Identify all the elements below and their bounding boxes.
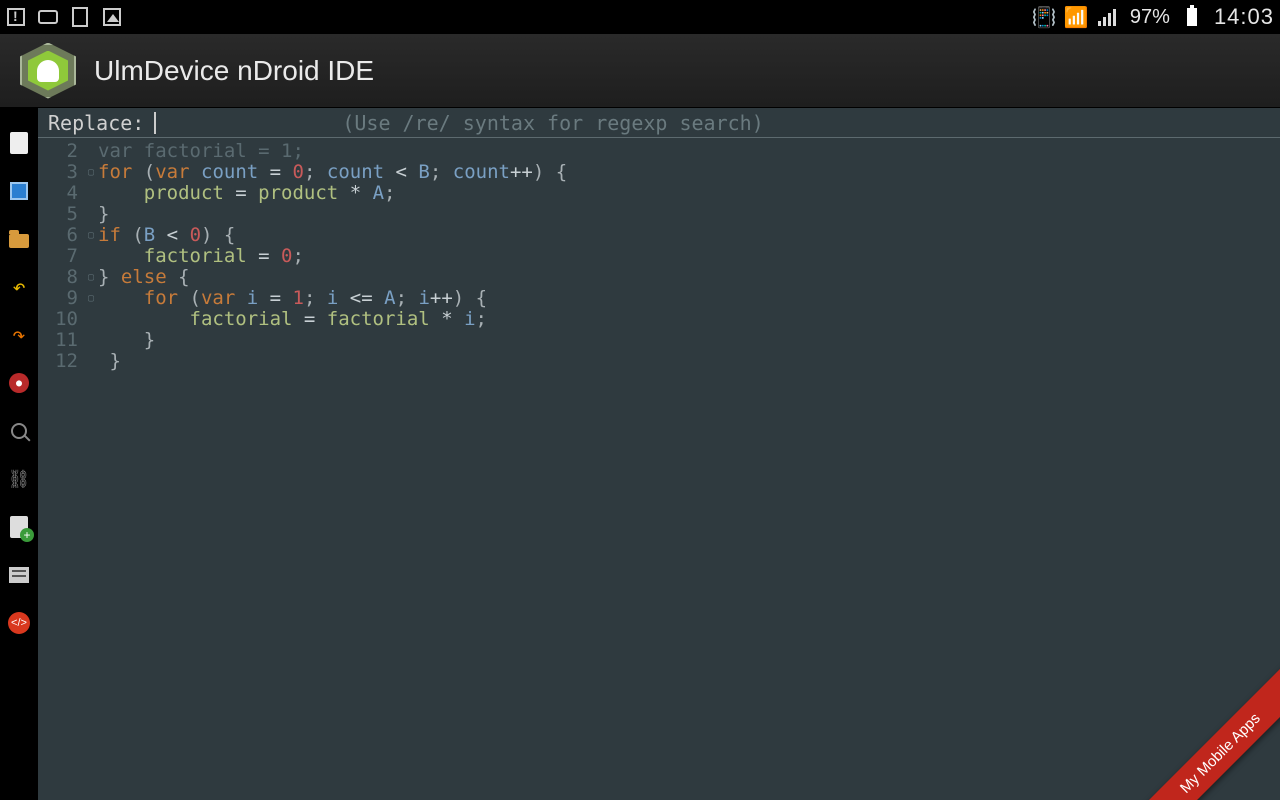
replace-hint: (Use /re/ syntax for regexp search) [342,111,763,135]
search-button[interactable] [8,420,30,442]
notification-icon [102,7,122,27]
code-content[interactable]: var factorial = 1;for (var count = 0; co… [98,141,1280,372]
notification-icon [70,7,90,27]
signal-icon [1098,7,1118,27]
add-file-button[interactable] [8,516,30,538]
app-title: UlmDevice nDroid IDE [94,55,374,87]
run-code-button[interactable]: </> [8,612,30,634]
app-titlebar: UlmDevice nDroid IDE [0,34,1280,108]
redo-button[interactable]: ↷ [8,324,30,346]
line-gutter: 23456789101112 [38,138,84,372]
replace-bar: Replace: (Use /re/ syntax for regexp sea… [38,108,1280,138]
find-replace-button[interactable]: ⛓ [8,468,30,490]
code-editor[interactable]: 23456789101112 ▢▢▢▢ var factorial = 1;fo… [38,138,1280,800]
replace-label: Replace: [48,111,144,135]
notification-icon [38,7,58,27]
android-statusbar: 📳 📶 97% 14:03 [0,0,1280,34]
undo-button[interactable]: ↶ [8,276,30,298]
record-button[interactable]: ● [8,372,30,394]
format-button[interactable] [8,564,30,586]
save-button[interactable] [8,180,30,202]
app-logo-icon [20,43,76,99]
fold-gutter: ▢▢▢▢ [84,138,98,372]
tool-sidebar: ↶ ↷ ● ⛓ </> [0,108,38,800]
open-folder-button[interactable] [8,228,30,250]
clock: 14:03 [1214,4,1274,30]
replace-input[interactable] [154,112,156,134]
notification-icon [6,7,26,27]
wifi-icon: 📶 [1066,7,1086,27]
vibrate-icon: 📳 [1034,7,1054,27]
new-file-button[interactable] [8,132,30,154]
battery-icon [1182,7,1202,27]
editor-area: Replace: (Use /re/ syntax for regexp sea… [38,108,1280,800]
battery-percent: 97% [1130,6,1170,29]
